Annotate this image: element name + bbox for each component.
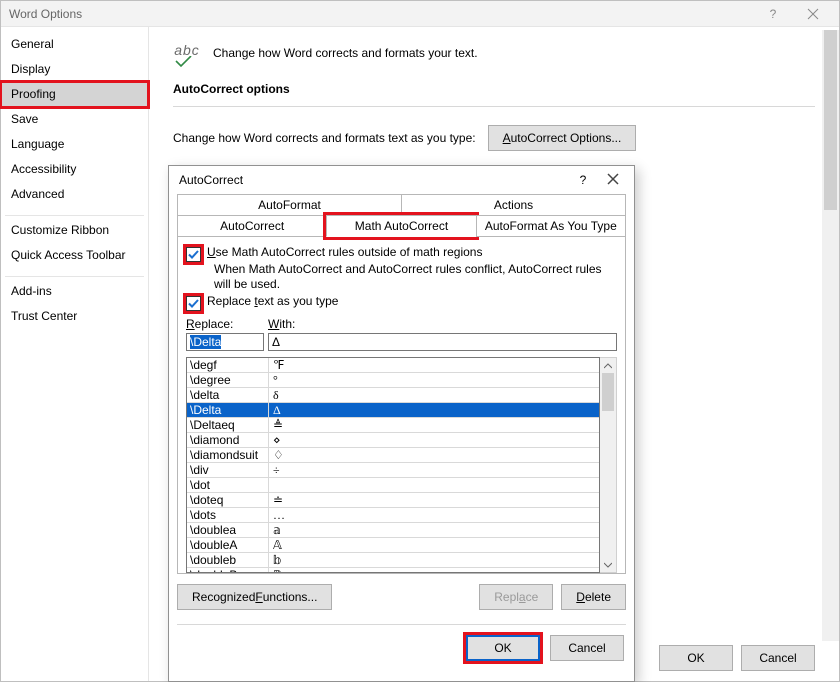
sidebar-item-customize-ribbon[interactable]: Customize Ribbon: [1, 218, 148, 243]
scroll-down-icon[interactable]: [600, 557, 616, 572]
delete-button[interactable]: Delete: [561, 584, 626, 610]
proofing-icon: abc: [173, 42, 201, 68]
window-title: Word Options: [9, 7, 82, 21]
list-row[interactable]: \diamondsuit♢: [187, 448, 599, 463]
dialog-ok-button[interactable]: OK: [466, 635, 540, 661]
replace-label: Replace:: [186, 317, 268, 331]
sidebar-item-addins[interactable]: Add-ins: [1, 279, 148, 304]
tab-autocorrect[interactable]: AutoCorrect: [177, 215, 326, 237]
sidebar-item-save[interactable]: Save: [1, 107, 148, 132]
list-row[interactable]: \diamond⋄: [187, 433, 599, 448]
tab-autoformat-as-you-type[interactable]: AutoFormat As You Type: [476, 215, 626, 237]
close-icon[interactable]: [793, 1, 833, 26]
with-label: With:: [268, 317, 295, 331]
list-row[interactable]: \doubleb𝕓: [187, 553, 599, 568]
list-row[interactable]: \degf℉: [187, 358, 599, 373]
list-row[interactable]: \dot: [187, 478, 599, 493]
vertical-scrollbar[interactable]: [822, 30, 839, 641]
checkbox-replace-label: Replace text as you type: [207, 294, 338, 309]
list-row[interactable]: \DeltaΔ: [187, 403, 599, 418]
recognized-functions-button[interactable]: Recognized Functions...: [177, 584, 332, 610]
tab-math-autocorrect[interactable]: Math AutoCorrect: [326, 215, 475, 237]
sidebar-item-trust-center[interactable]: Trust Center: [1, 304, 148, 329]
list-row[interactable]: \doubleA𝔸: [187, 538, 599, 553]
options-ok-button[interactable]: OK: [659, 645, 733, 671]
sidebar-item-quick-access[interactable]: Quick Access Toolbar: [1, 243, 148, 268]
help-icon[interactable]: ?: [753, 1, 793, 26]
dialog-cancel-button[interactable]: Cancel: [550, 635, 624, 661]
list-row[interactable]: \doteq≐: [187, 493, 599, 508]
sidebar: General Display Proofing Save Language A…: [1, 26, 149, 681]
list-row[interactable]: \deltaδ: [187, 388, 599, 403]
sidebar-item-general[interactable]: General: [1, 32, 148, 57]
list-row[interactable]: \degree°: [187, 373, 599, 388]
checkbox-replace-as-you-type[interactable]: [186, 296, 201, 311]
tab-actions[interactable]: Actions: [401, 194, 626, 215]
dialog-help-icon[interactable]: ?: [568, 173, 598, 187]
tab-autoformat[interactable]: AutoFormat: [177, 194, 401, 215]
autocorrect-row-label: Change how Word corrects and formats tex…: [173, 131, 476, 145]
scroll-up-icon[interactable]: [600, 358, 616, 373]
list-row[interactable]: \doubleB𝔹: [187, 568, 599, 573]
sidebar-item-proofing[interactable]: Proofing: [1, 82, 148, 107]
list-scrollbar[interactable]: [600, 357, 617, 573]
sidebar-item-accessibility[interactable]: Accessibility: [1, 157, 148, 182]
list-row[interactable]: \Deltaeq≜: [187, 418, 599, 433]
options-cancel-button[interactable]: Cancel: [741, 645, 815, 671]
checkbox-use-outside-math[interactable]: [186, 247, 201, 262]
dialog-close-icon[interactable]: [598, 173, 628, 188]
with-input[interactable]: Δ: [268, 333, 617, 351]
list-row[interactable]: \dots…: [187, 508, 599, 523]
autocorrect-dialog: AutoCorrect ? AutoFormat Actions AutoCor…: [168, 165, 635, 682]
page-description: Change how Word corrects and formats you…: [213, 46, 478, 60]
autocorrect-list[interactable]: \degf℉\degree°\deltaδ\DeltaΔ\Deltaeq≜\di…: [186, 357, 600, 573]
autocorrect-options-button[interactable]: AutoCorrect Options...: [488, 125, 637, 151]
list-row[interactable]: \doublea𝕒: [187, 523, 599, 538]
section-title-autocorrect-options: AutoCorrect options: [149, 78, 839, 100]
list-row[interactable]: \div÷: [187, 463, 599, 478]
checkbox-use-outside-math-label: Use Math AutoCorrect rules outside of ma…: [207, 245, 482, 260]
math-autocorrect-note: When Math AutoCorrect and AutoCorrect ru…: [214, 262, 617, 292]
replace-button[interactable]: Replace: [479, 584, 553, 610]
sidebar-item-language[interactable]: Language: [1, 132, 148, 157]
sidebar-item-advanced[interactable]: Advanced: [1, 182, 148, 207]
sidebar-item-display[interactable]: Display: [1, 57, 148, 82]
replace-input[interactable]: \Delta: [186, 333, 264, 351]
dialog-title: AutoCorrect: [179, 173, 243, 187]
